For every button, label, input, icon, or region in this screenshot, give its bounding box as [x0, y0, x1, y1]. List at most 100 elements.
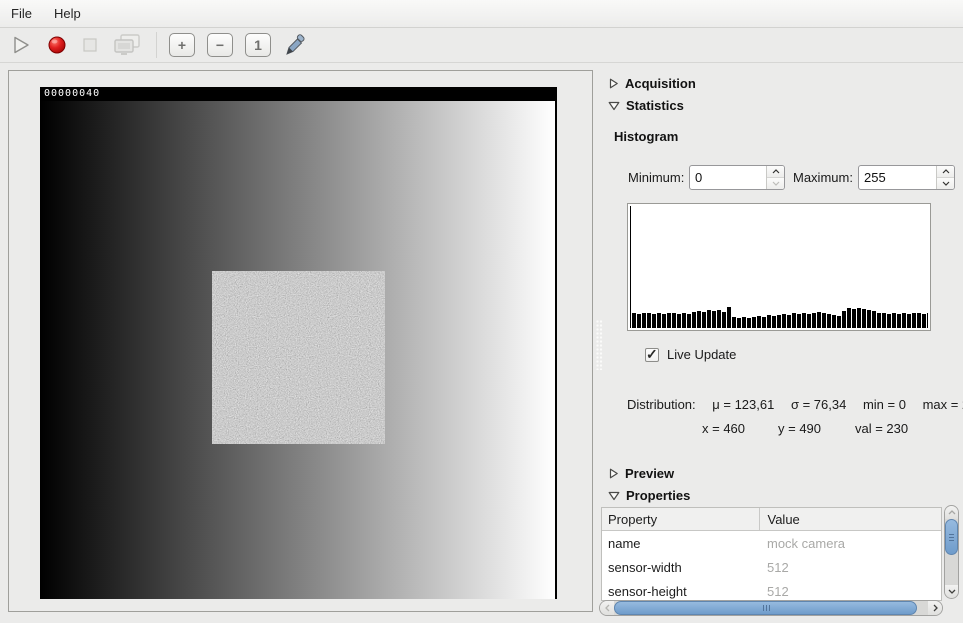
eyedropper-icon — [283, 33, 307, 57]
live-update-checkbox[interactable]: ✓ — [645, 348, 659, 362]
scroll-right-button[interactable] — [928, 601, 942, 615]
vertical-scrollbar-trough[interactable] — [945, 555, 958, 585]
play-button[interactable] — [10, 34, 32, 56]
histogram-bar — [722, 312, 726, 328]
maximum-spin-up-button[interactable] — [937, 166, 954, 177]
toolbar: + − 1 — [0, 28, 963, 63]
value-column-header[interactable]: Value — [759, 508, 941, 531]
histogram-bar — [782, 314, 786, 328]
stop-button[interactable] — [83, 38, 97, 52]
expander-expanded-icon — [608, 490, 620, 501]
image-viewer-frame: 00000040 — [8, 70, 593, 612]
scroll-up-button[interactable] — [945, 506, 958, 519]
chevron-down-icon — [948, 589, 956, 594]
expander-collapsed-icon — [608, 468, 619, 479]
histogram-label: Histogram — [614, 129, 678, 144]
zoom-in-button[interactable]: + — [169, 33, 195, 57]
property-column-header[interactable]: Property — [602, 508, 759, 531]
cursor-stats-line: x = 460 y = 490 val = 230 — [601, 421, 963, 437]
histogram-bar — [892, 313, 896, 328]
expander-preview[interactable]: Preview — [608, 466, 674, 481]
properties-table: Property Value namemock camerasensor-wid… — [601, 507, 942, 601]
grip-icon — [949, 534, 954, 542]
color-picker-button[interactable] — [283, 33, 307, 57]
histogram-bar — [817, 312, 821, 328]
table-row[interactable]: namemock camera — [602, 531, 941, 556]
camera-image[interactable]: 00000040 — [40, 87, 557, 599]
histogram-bar — [807, 314, 811, 328]
histogram-bar — [747, 318, 751, 328]
histogram-bar — [847, 308, 851, 328]
zoom-in-icon: + — [178, 37, 186, 53]
histogram-bar — [702, 312, 706, 328]
zoom-out-button[interactable]: − — [207, 33, 233, 57]
maximum-spinbox[interactable] — [858, 165, 955, 190]
histogram-bar — [812, 313, 816, 328]
chevron-up-icon — [948, 510, 956, 515]
expander-statistics[interactable]: Statistics — [608, 98, 684, 113]
properties-vertical-scrollbar[interactable] — [944, 505, 959, 599]
chevron-down-icon — [772, 181, 780, 186]
table-row[interactable]: sensor-height512 — [602, 579, 941, 601]
checkmark-icon: ✓ — [646, 346, 658, 363]
acquisition-label: Acquisition — [625, 76, 696, 91]
minimum-spinbox[interactable] — [689, 165, 785, 190]
histogram-bars — [632, 298, 928, 328]
histogram-bar — [717, 310, 721, 328]
histogram-bar — [707, 310, 711, 328]
histogram-bar — [657, 313, 661, 328]
minimum-spin-up-button[interactable] — [767, 166, 784, 177]
maximum-spin-down-button[interactable] — [937, 177, 954, 189]
chevron-right-icon — [933, 604, 938, 612]
property-value-cell[interactable]: mock camera — [759, 531, 941, 556]
expander-properties[interactable]: Properties — [608, 488, 690, 503]
maximum-label: Maximum: — [793, 170, 853, 185]
play-icon — [10, 34, 32, 56]
histogram-bar — [792, 313, 796, 328]
property-value-cell[interactable]: 512 — [759, 579, 941, 601]
histogram-bar — [822, 313, 826, 328]
horizontal-scrollbar-thumb[interactable] — [614, 601, 917, 615]
properties-label: Properties — [626, 488, 690, 503]
histogram-bar — [647, 313, 651, 328]
menu-file[interactable]: File — [0, 0, 43, 27]
histogram-bar — [832, 315, 836, 328]
record-button[interactable] — [47, 35, 67, 55]
histogram-bar — [897, 314, 901, 328]
table-row[interactable]: sensor-width512 — [602, 555, 941, 579]
histogram-bar — [912, 313, 916, 328]
live-update-row: ✓ Live Update — [645, 347, 736, 362]
expander-acquisition[interactable]: Acquisition — [608, 76, 696, 91]
scroll-down-button[interactable] — [945, 585, 958, 598]
distribution-sigma: σ = 76,34 — [791, 397, 846, 412]
minimum-input[interactable] — [690, 166, 766, 189]
toolbar-separator — [156, 32, 157, 58]
minimum-spin-down-button[interactable] — [767, 177, 784, 189]
histogram-bar — [637, 314, 641, 328]
distribution-min: min = 0 — [863, 397, 906, 412]
histogram-bar — [737, 318, 741, 328]
histogram-bar — [692, 312, 696, 328]
property-value-cell[interactable]: 512 — [759, 555, 941, 579]
histogram-bar — [677, 314, 681, 328]
histogram-bar — [667, 313, 671, 328]
histogram-bar — [872, 311, 876, 328]
live-update-label: Live Update — [667, 347, 736, 362]
properties-horizontal-scrollbar[interactable] — [599, 600, 943, 616]
screens-button[interactable] — [112, 33, 142, 57]
menu-help[interactable]: Help — [43, 0, 92, 27]
scroll-left-button[interactable] — [600, 601, 614, 615]
property-name-cell: sensor-width — [602, 555, 759, 579]
maximum-input[interactable] — [859, 166, 936, 189]
histogram-bar — [837, 316, 841, 328]
vertical-scrollbar-thumb[interactable] — [945, 519, 958, 555]
cursor-x: x = 460 — [702, 421, 745, 436]
preview-label: Preview — [625, 466, 674, 481]
horizontal-scrollbar-trough[interactable] — [917, 601, 928, 615]
histogram-bar — [662, 314, 666, 328]
histogram-bar — [762, 317, 766, 328]
chevron-left-icon — [605, 604, 610, 612]
histogram-bar — [802, 313, 806, 328]
menubar: File Help — [0, 0, 963, 28]
zoom-normal-button[interactable]: 1 — [245, 33, 271, 57]
